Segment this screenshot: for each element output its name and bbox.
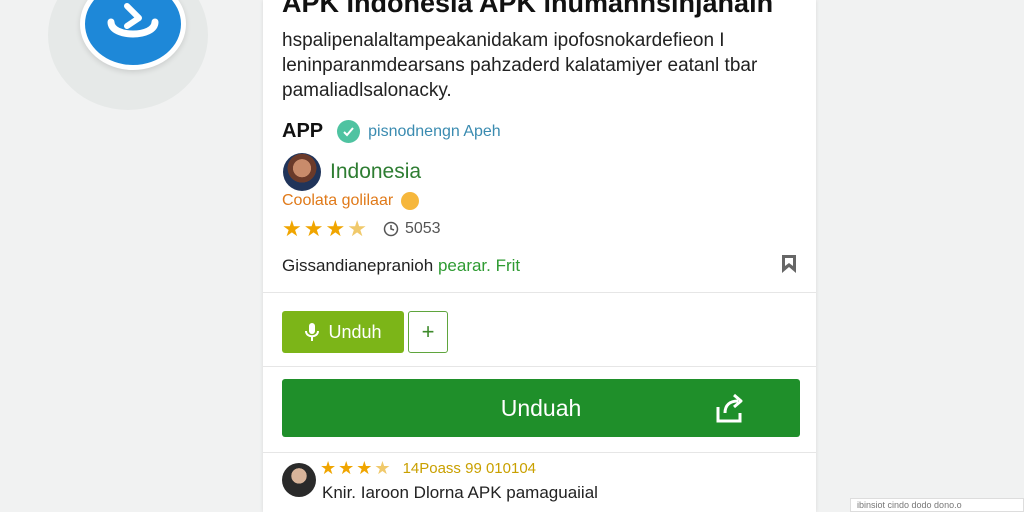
corner-note: ibinsiot cindo dodo dono.o xyxy=(850,498,1024,512)
tagline-suffix: pearar. Frit xyxy=(437,256,521,275)
emoji-icon xyxy=(401,192,420,210)
star-icon: ★ xyxy=(282,216,302,241)
country-label: Indonesia xyxy=(330,160,422,183)
star-icon: ★ xyxy=(356,458,373,478)
developer-icon xyxy=(337,120,361,143)
tagline-prefix: Gissandianepranioh xyxy=(282,256,434,275)
half-star-icon: ★ xyxy=(347,216,367,241)
download-button-main[interactable]: Unduah xyxy=(282,379,800,437)
half-star-icon: ★ xyxy=(374,458,391,478)
category-label: Coolata golilaar xyxy=(282,192,420,210)
download-count: 5053 xyxy=(404,220,441,237)
star-icon: ★ xyxy=(325,216,346,241)
star-icon: ★ xyxy=(303,216,324,241)
developer-row: APP pisnodnengn Apeh xyxy=(282,120,501,143)
tagline: Gissandianepranioh pearar. Frit xyxy=(282,256,520,276)
divider xyxy=(263,366,816,367)
app-description: hspalipenalaltampeakanidakam ipofosnokar… xyxy=(282,30,758,101)
app-title: APK Indonesia APK inumahnsinjahain xyxy=(282,0,774,18)
rating-row: ★ ★ ★ ★ 5053 xyxy=(282,216,441,242)
divider xyxy=(263,292,816,293)
download-button-small-label: Unduh xyxy=(328,321,382,342)
review-meta: 14Poass 99 010104 xyxy=(402,460,537,477)
publisher-avatar xyxy=(283,153,321,191)
star-icon: ★ xyxy=(338,458,355,478)
download-button-main-label: Unduah xyxy=(500,394,582,421)
reviewer-avatar xyxy=(282,463,316,497)
clock-icon xyxy=(383,221,399,237)
review-rating: ★ ★ ★ ★ 14Poass 99 010104 xyxy=(320,458,536,479)
share-icon[interactable] xyxy=(712,391,746,425)
star-icon: ★ xyxy=(320,458,337,478)
review-text: Knir. Iaroon Dlorna APK pamaguaiial xyxy=(322,483,598,502)
download-icon xyxy=(304,322,320,342)
divider xyxy=(263,452,816,453)
developer-link[interactable]: pisnodnengn Apeh xyxy=(368,123,501,141)
download-button-small[interactable]: Unduh xyxy=(282,311,404,353)
app-type-label: APP xyxy=(282,120,324,142)
bookmark-icon[interactable] xyxy=(780,254,798,274)
add-button[interactable]: + xyxy=(408,311,448,353)
category-text: Coolata golilaar xyxy=(282,192,394,209)
